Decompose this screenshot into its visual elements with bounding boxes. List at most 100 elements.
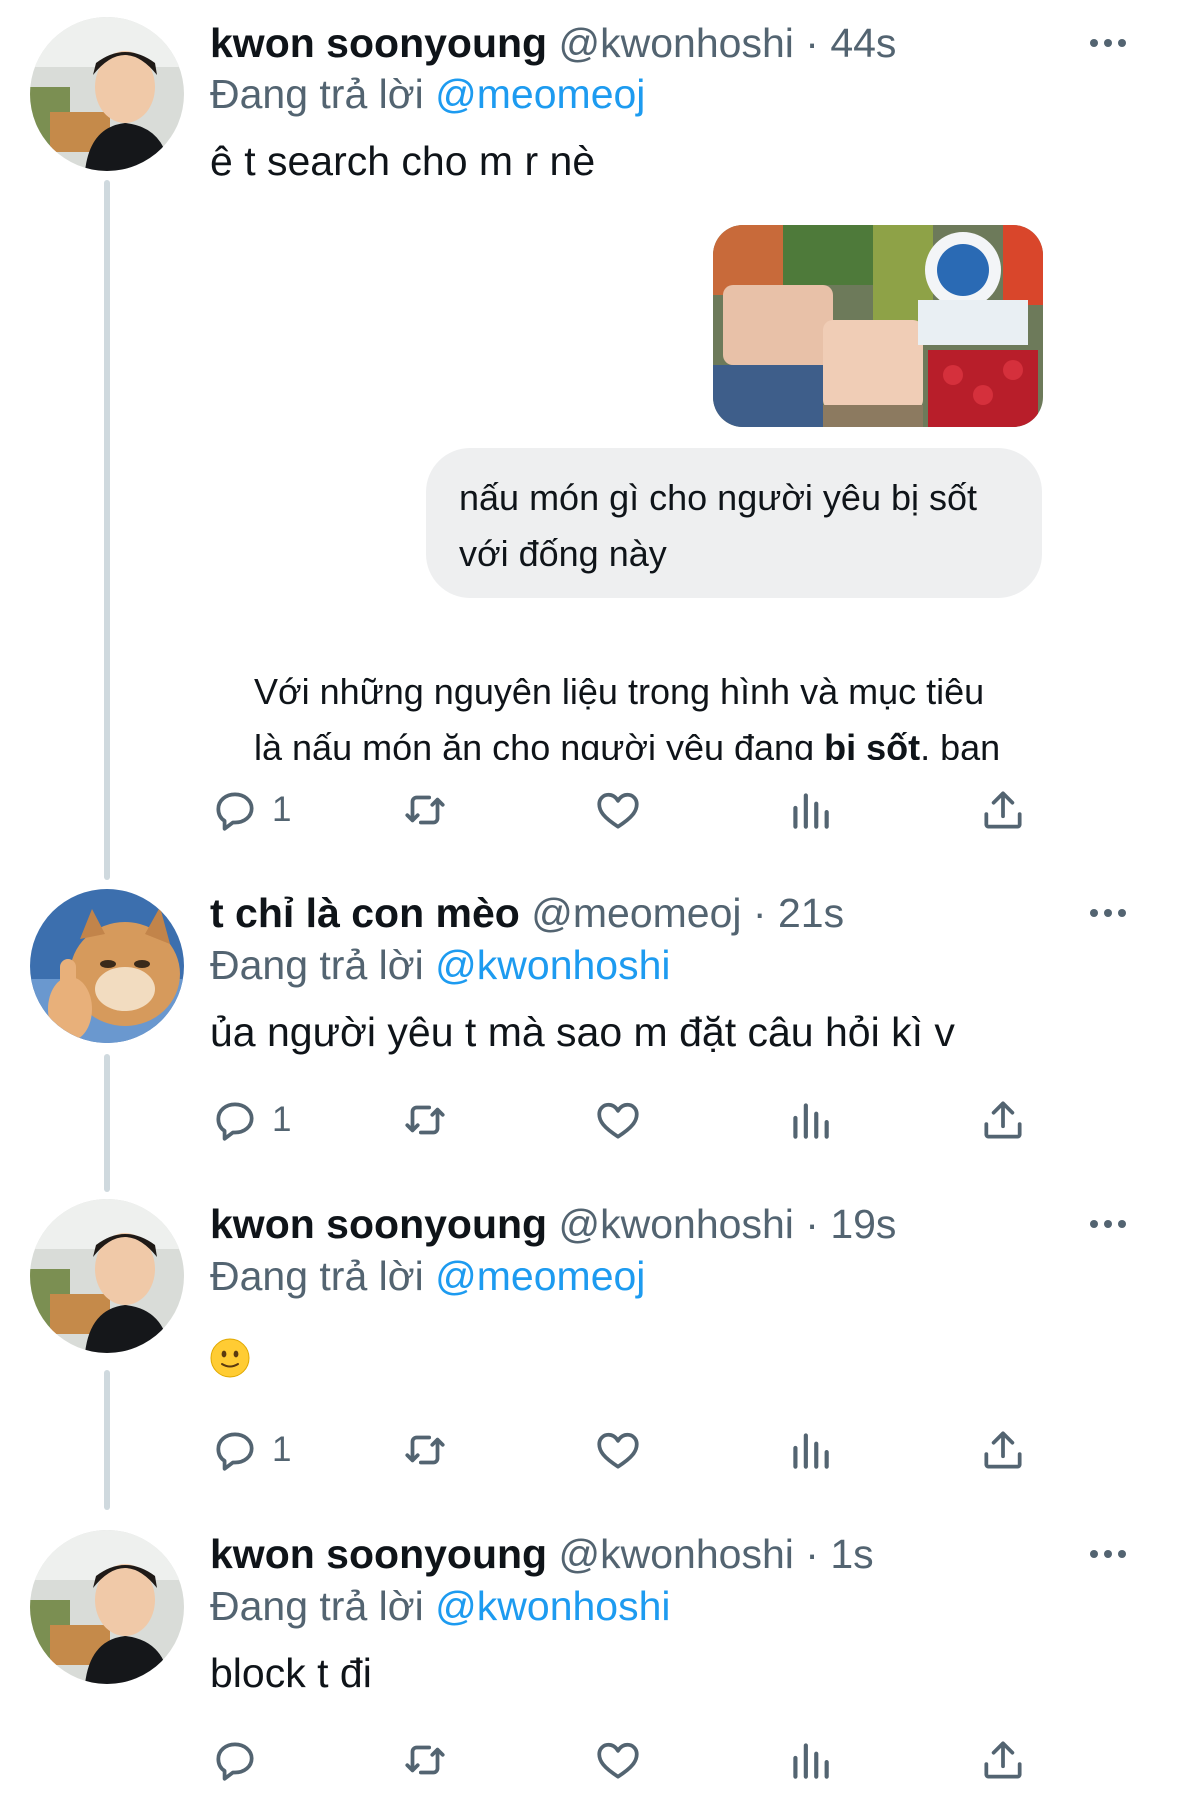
share-button[interactable]: [978, 1420, 1028, 1480]
like-button[interactable]: [593, 1730, 643, 1790]
ai-answer: Với những nguyên liệu trong hình và mục …: [254, 664, 1074, 760]
like-button[interactable]: [593, 1420, 643, 1480]
retweet-button[interactable]: [400, 780, 450, 840]
reply-context: Đang trả lời @meomeoj: [210, 70, 645, 118]
retweet-button[interactable]: [400, 1420, 450, 1480]
like-icon: [597, 792, 639, 829]
avatar[interactable]: [30, 17, 184, 171]
like-button[interactable]: [593, 780, 643, 840]
timestamp[interactable]: 21s: [778, 890, 844, 936]
timestamp[interactable]: 44s: [830, 20, 896, 66]
question-line: với đống này: [459, 533, 667, 574]
share-button[interactable]: [978, 780, 1028, 840]
tweet-actions: 1: [210, 1090, 1040, 1150]
like-icon: [597, 1432, 639, 1469]
share-button[interactable]: [978, 1730, 1028, 1790]
avatar[interactable]: [30, 1199, 184, 1353]
tweet-text: ê t search cho m r nè: [210, 138, 596, 184]
reply-button[interactable]: 1: [210, 1090, 291, 1150]
display-name[interactable]: kwon soonyoung: [210, 1531, 547, 1577]
views-button[interactable]: [785, 780, 835, 840]
mention-link[interactable]: @meomeoj: [435, 71, 645, 117]
retweet-icon: [405, 1435, 445, 1465]
retweet-button[interactable]: [400, 1090, 450, 1150]
question-bubble: nấu món gì cho người yêu bị sốt với đống…: [426, 448, 1042, 598]
views-icon: [793, 1103, 829, 1139]
views-icon: [793, 793, 829, 829]
user-handle[interactable]: @kwonhoshi: [559, 1201, 794, 1247]
reply-icon: [216, 792, 254, 831]
reply-icon: [216, 1102, 254, 1141]
views-icon: [793, 1433, 829, 1469]
more-icon[interactable]: [1090, 36, 1134, 50]
views-button[interactable]: [785, 1730, 835, 1790]
display-name[interactable]: kwon soonyoung: [210, 20, 547, 66]
slightly-smiling-face-icon: [210, 1338, 250, 1378]
more-icon[interactable]: [1090, 1547, 1134, 1561]
reply-context: Đang trả lời @meomeoj: [210, 1252, 645, 1300]
views-button[interactable]: [785, 1420, 835, 1480]
views-button[interactable]: [785, 1090, 835, 1150]
separator: ·: [805, 1531, 819, 1577]
mention-link[interactable]: @meomeoj: [435, 1253, 645, 1299]
tweet-header: kwon soonyoung @kwonhoshi · 44s: [210, 19, 896, 67]
reply-prefix: Đang trả lời: [210, 942, 424, 988]
avatar[interactable]: [30, 1530, 184, 1684]
tweet-actions: 1: [210, 1420, 1040, 1480]
thread-line: [104, 1054, 110, 1192]
like-icon: [597, 1102, 639, 1139]
mention-link[interactable]: @kwonhoshi: [435, 942, 670, 988]
timestamp[interactable]: 1s: [830, 1531, 873, 1577]
reply-button[interactable]: 1: [210, 1420, 291, 1480]
thread-line: [104, 1370, 110, 1510]
like-icon: [597, 1742, 639, 1779]
reply-context: Đang trả lời @kwonhoshi: [210, 1582, 671, 1630]
tweet-text: block t đi: [210, 1650, 372, 1696]
avatar[interactable]: [30, 889, 184, 1043]
tweet-header: t chỉ là con mèo @meomeoj · 21s: [210, 889, 844, 937]
separator: ·: [752, 890, 767, 936]
display-name[interactable]: kwon soonyoung: [210, 1201, 547, 1247]
retweet-icon: [405, 1105, 445, 1135]
more-icon[interactable]: [1090, 1217, 1134, 1231]
views-icon: [793, 1743, 829, 1779]
tweet-actions: 1: [210, 780, 1040, 840]
question-line: nấu món gì cho người yêu bị sốt: [459, 477, 978, 518]
tweet-text: ủa người yêu t mà sao m đặt câu hỏi kì v: [210, 1009, 955, 1055]
reply-context: Đang trả lời @kwonhoshi: [210, 941, 671, 989]
tweet-actions: [210, 1730, 1040, 1790]
reply-prefix: Đang trả lời: [210, 1583, 424, 1629]
reply-count: 1: [272, 790, 292, 829]
food-photo[interactable]: [713, 225, 1043, 427]
share-icon: [984, 1431, 1022, 1469]
reply-button[interactable]: [210, 1730, 272, 1790]
answer-line: là nấu món ăn cho người yêu đang bị sốt,…: [254, 727, 1001, 760]
retweet-icon: [405, 795, 445, 825]
tweet-header: kwon soonyoung @kwonhoshi · 1s: [210, 1530, 874, 1578]
user-handle[interactable]: @kwonhoshi: [559, 20, 794, 66]
display-name[interactable]: t chỉ là con mèo: [210, 890, 520, 936]
more-icon[interactable]: [1090, 906, 1134, 920]
reply-icon: [216, 1432, 254, 1471]
reply-icon: [216, 1742, 254, 1781]
reply-button[interactable]: 1: [210, 780, 291, 840]
share-icon: [984, 1741, 1022, 1779]
tweet-header: kwon soonyoung @kwonhoshi · 19s: [210, 1200, 896, 1248]
user-handle[interactable]: @kwonhoshi: [559, 1531, 794, 1577]
thread-line: [104, 180, 110, 880]
reply-prefix: Đang trả lời: [210, 1253, 424, 1299]
share-button[interactable]: [978, 1090, 1028, 1150]
mention-link[interactable]: @kwonhoshi: [435, 1583, 670, 1629]
reply-count: 1: [272, 1100, 292, 1139]
separator: ·: [805, 1201, 819, 1247]
share-icon: [984, 791, 1022, 829]
retweet-icon: [405, 1745, 445, 1775]
reply-prefix: Đang trả lời: [210, 71, 424, 117]
share-icon: [984, 1101, 1022, 1139]
like-button[interactable]: [593, 1090, 643, 1150]
retweet-button[interactable]: [400, 1730, 450, 1790]
answer-line: Với những nguyên liệu trong hình và mục …: [254, 671, 985, 712]
timestamp[interactable]: 19s: [830, 1201, 896, 1247]
user-handle[interactable]: @meomeoj: [531, 890, 741, 936]
separator: ·: [805, 20, 819, 66]
